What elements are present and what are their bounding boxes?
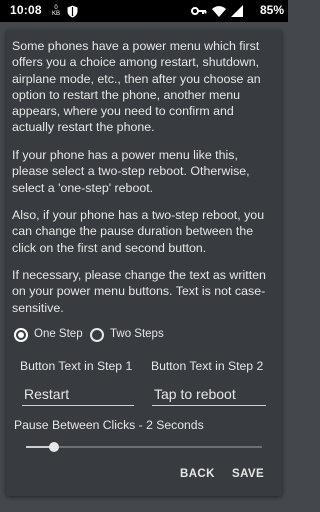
reboot-settings-dialog: Some phones have a power menu which firs… (6, 30, 282, 496)
pause-paragraph: Also, if your phone has a two-step reboo… (12, 208, 265, 255)
vpn-key-icon (190, 3, 208, 19)
battery-percent: 85% (259, 3, 284, 17)
step2-label: Button Text in Step 2 (151, 359, 264, 373)
two-step-paragraph: If your phone has a power menu like this… (12, 148, 250, 195)
status-bar: 10:08 0 KB 85% (0, 0, 288, 22)
step1-label: Button Text in Step 1 (20, 359, 133, 373)
intro-paragraph: Some phones have a power menu which firs… (12, 39, 261, 135)
wifi-icon (212, 3, 226, 19)
back-button[interactable]: BACK (174, 464, 221, 484)
radio-two-steps[interactable] (90, 328, 104, 342)
data-rate-indicator: 0 KB (50, 3, 62, 19)
pause-slider-track (26, 446, 262, 448)
radio-two-steps-label[interactable]: Two Steps (110, 328, 164, 340)
data-rate-unit: KB (51, 11, 60, 17)
pause-slider[interactable] (26, 437, 262, 457)
signal-icon (230, 3, 244, 19)
save-button[interactable]: SAVE (226, 464, 270, 484)
radio-one-step[interactable] (14, 328, 28, 342)
button-text-paragraph: If necessary, please change the text as … (12, 268, 266, 315)
radio-one-step-label[interactable]: One Step (34, 328, 83, 340)
step1-text-field[interactable]: Restart (22, 382, 134, 406)
clock: 10:08 (10, 3, 42, 17)
pause-label: Pause Between Clicks - 2 Seconds (14, 418, 204, 432)
pause-slider-thumb[interactable] (49, 442, 59, 452)
step2-text-field[interactable]: Tap to reboot (152, 382, 266, 406)
shield-icon (66, 3, 78, 19)
